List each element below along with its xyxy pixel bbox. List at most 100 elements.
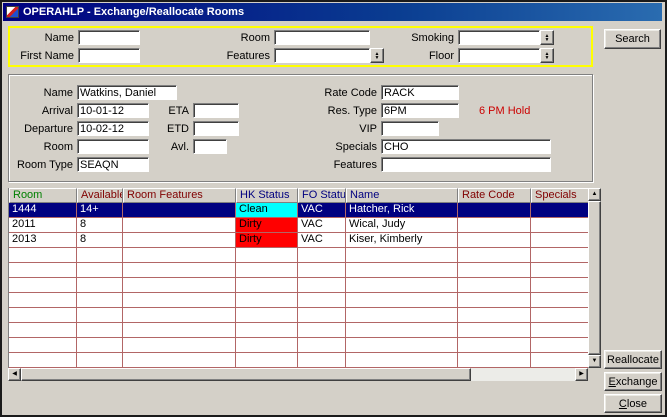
reallocate-button[interactable]: Reallocate: [604, 350, 662, 369]
cell-fo-status: [298, 248, 346, 263]
table-row[interactable]: [9, 353, 588, 368]
updown-icon: ▼: [545, 38, 550, 42]
cell-room-features: [123, 263, 236, 278]
arrival-label: Arrival: [13, 104, 73, 118]
detail-name-label: Name: [13, 86, 73, 100]
cell-room-features: [123, 248, 236, 263]
column-header-fo-status[interactable]: FO Status: [298, 188, 346, 203]
table-row[interactable]: [9, 278, 588, 293]
table-row[interactable]: [9, 338, 588, 353]
specials-field[interactable]: [381, 139, 551, 154]
column-header-specials[interactable]: Specials: [531, 188, 589, 203]
table-row[interactable]: [9, 323, 588, 338]
cell-fo-status: VAC: [298, 233, 346, 248]
cell-room: 2013: [9, 233, 77, 248]
table-row[interactable]: [9, 293, 588, 308]
room-type-field[interactable]: [77, 157, 149, 172]
cell-room: 2011: [9, 218, 77, 233]
cell-room: [9, 293, 77, 308]
room-label: Room: [186, 31, 270, 45]
room-input[interactable]: [274, 30, 370, 45]
smoking-input[interactable]: [458, 30, 540, 45]
cell-available: [77, 278, 123, 293]
table-row[interactable]: [9, 248, 588, 263]
scroll-down-icon[interactable]: ▼: [588, 355, 601, 368]
cell-room: [9, 278, 77, 293]
detail-features-field[interactable]: [381, 157, 551, 172]
name-input[interactable]: [78, 30, 140, 45]
smoking-dropdown-button[interactable]: ▲▼: [540, 30, 554, 45]
cell-name: [346, 263, 458, 278]
cell-fo-status: VAC: [298, 203, 346, 218]
column-header-room-features[interactable]: Room Features: [123, 188, 236, 203]
cell-room: [9, 248, 77, 263]
cell-hk-status: [236, 308, 298, 323]
avl-field[interactable]: [193, 139, 227, 154]
cell-available: [77, 263, 123, 278]
res-type-field[interactable]: [381, 103, 459, 118]
arrival-field[interactable]: [77, 103, 149, 118]
table-row[interactable]: [9, 308, 588, 323]
cell-rate-code: [458, 293, 531, 308]
cell-specials: [531, 323, 589, 338]
scroll-right-icon[interactable]: ▶: [575, 368, 588, 381]
exchange-button[interactable]: Exchange: [604, 372, 662, 391]
cell-rate-code: [458, 323, 531, 338]
search-button[interactable]: Search: [604, 29, 661, 49]
column-header-room[interactable]: Room: [9, 188, 77, 203]
cell-room: [9, 308, 77, 323]
cell-fo-status: [298, 353, 346, 368]
floor-input[interactable]: [458, 48, 540, 63]
cell-rate-code: [458, 278, 531, 293]
scroll-up-icon[interactable]: ▲: [588, 188, 601, 201]
column-header-rate-code[interactable]: Rate Code: [458, 188, 531, 203]
exchange-reallocate-rooms-window: OPERAHLP - Exchange/Reallocate Rooms Nam…: [0, 0, 667, 417]
eta-field[interactable]: [193, 103, 239, 118]
vertical-scroll-thumb[interactable]: [588, 201, 601, 355]
cell-fo-status: [298, 338, 346, 353]
features-input[interactable]: [274, 48, 370, 63]
title-bar[interactable]: OPERAHLP - Exchange/Reallocate Rooms: [3, 3, 662, 21]
cell-room: [9, 323, 77, 338]
cell-rate-code: [458, 263, 531, 278]
room-type-label: Room Type: [13, 158, 73, 172]
horizontal-scrollbar[interactable]: ◀ ▶: [8, 368, 588, 381]
cell-rate-code: [458, 233, 531, 248]
table-row[interactable]: 20118DirtyVACWical, Judy: [9, 218, 588, 233]
table-row[interactable]: [9, 263, 588, 278]
table-row[interactable]: 144414+CleanVACHatcher, Rick: [9, 203, 588, 218]
column-header-available[interactable]: Available: [77, 188, 123, 203]
column-header-hk-status[interactable]: HK Status: [236, 188, 298, 203]
cell-available: [77, 248, 123, 263]
cell-fo-status: [298, 263, 346, 278]
cell-available: [77, 353, 123, 368]
first-name-input[interactable]: [78, 48, 140, 63]
etd-field[interactable]: [193, 121, 239, 136]
cell-rate-code: [458, 218, 531, 233]
guest-details-panel: Name Arrival ETA Departure ETD Room Avl.…: [8, 74, 593, 182]
floor-label: Floor: [370, 49, 454, 63]
cell-specials: [531, 203, 589, 218]
vertical-scrollbar[interactable]: ▲ ▼: [588, 188, 601, 368]
vip-field[interactable]: [381, 121, 439, 136]
floor-dropdown-button[interactable]: ▲▼: [540, 48, 554, 63]
close-button[interactable]: Close: [604, 394, 662, 413]
cell-room: [9, 263, 77, 278]
cell-name: Kiser, Kimberly: [346, 233, 458, 248]
cell-name: [346, 353, 458, 368]
specials-label: Specials: [309, 140, 377, 154]
scroll-left-icon[interactable]: ◀: [8, 368, 21, 381]
column-header-name[interactable]: Name: [346, 188, 458, 203]
horizontal-scroll-thumb[interactable]: [21, 368, 471, 381]
cell-available: [77, 308, 123, 323]
cell-name: Hatcher, Rick: [346, 203, 458, 218]
name-label: Name: [12, 31, 74, 45]
cell-room-features: [123, 233, 236, 248]
cell-name: [346, 293, 458, 308]
detail-name-field[interactable]: [77, 85, 177, 100]
table-row[interactable]: 20138DirtyVACKiser, Kimberly: [9, 233, 588, 248]
departure-field[interactable]: [77, 121, 149, 136]
app-icon: [6, 6, 19, 18]
detail-room-field[interactable]: [77, 139, 149, 154]
rate-code-field[interactable]: [381, 85, 459, 100]
